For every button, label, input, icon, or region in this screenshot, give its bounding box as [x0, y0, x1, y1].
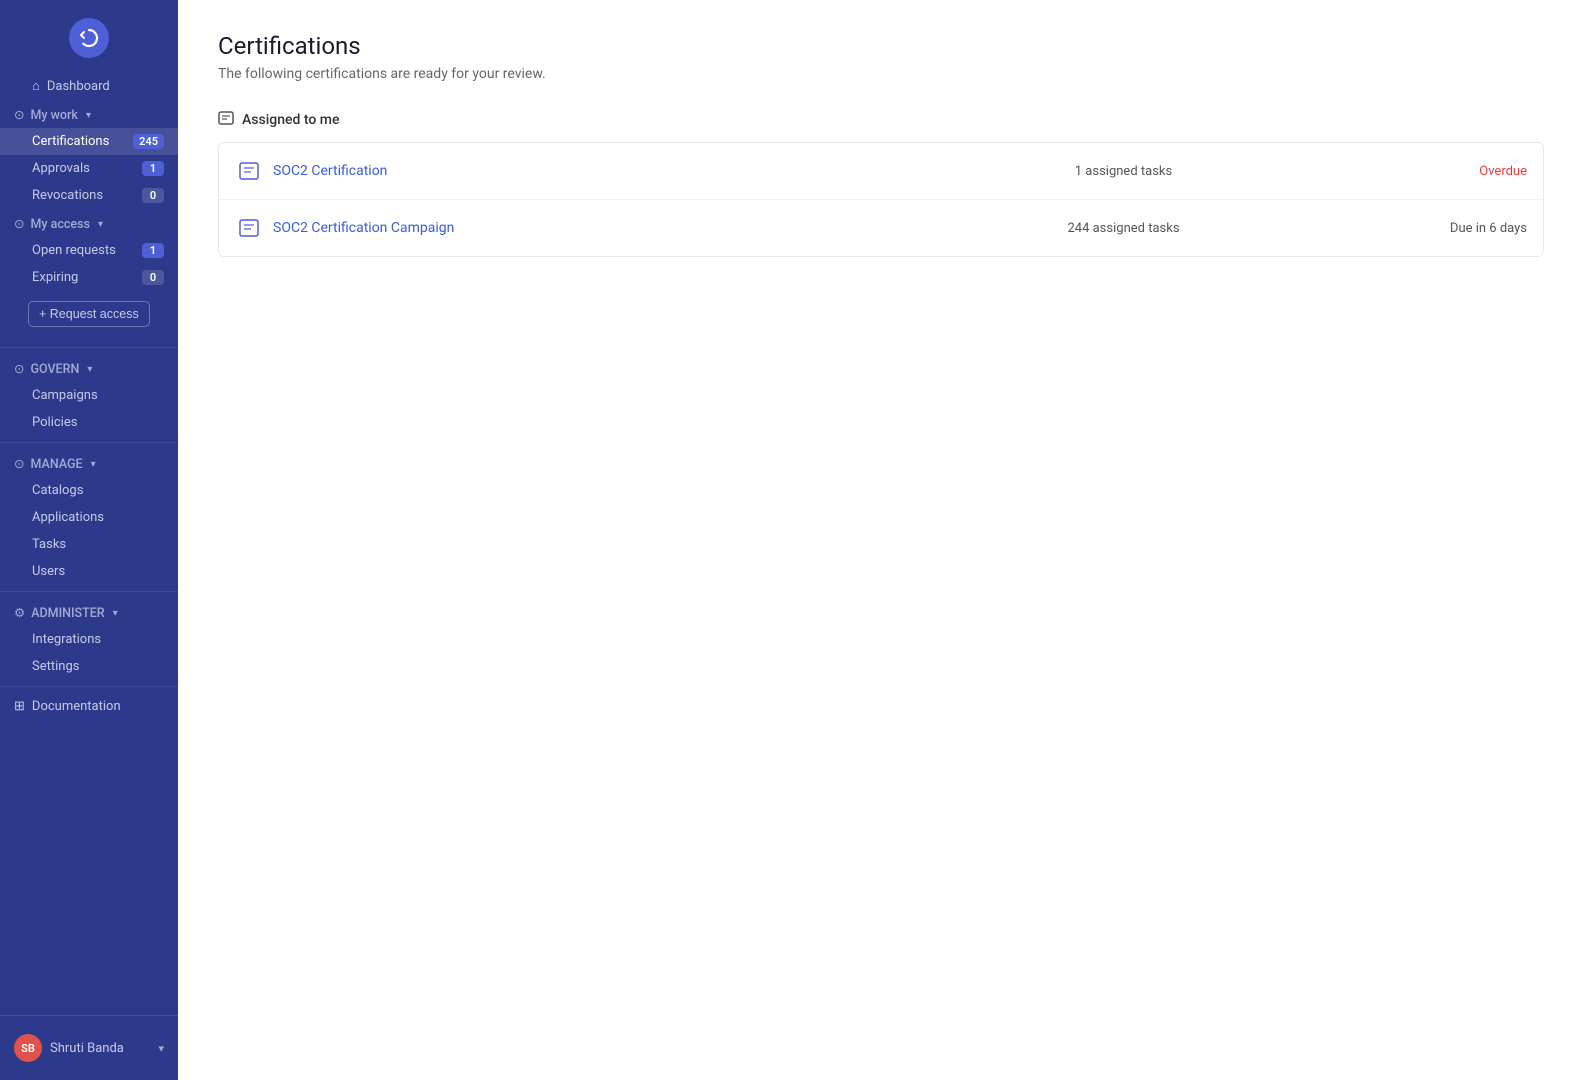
certification-list: SOC2 Certification 1 assigned tasks Over… [218, 142, 1544, 257]
expiring-badge: 0 [142, 270, 164, 285]
section-label: Assigned to me [242, 112, 339, 128]
govern-icon: ⊙ [14, 361, 24, 377]
revocations-badge: 0 [142, 188, 164, 203]
sidebar-item-applications[interactable]: Applications [0, 504, 178, 531]
sidebar-item-approvals[interactable]: Approvals 1 [0, 155, 178, 182]
section-header: Assigned to me [218, 110, 1544, 130]
table-row[interactable]: SOC2 Certification 1 assigned tasks Over… [219, 143, 1543, 200]
page-subtitle: The following certifications are ready f… [218, 66, 1544, 82]
divider-3 [0, 591, 178, 592]
table-row[interactable]: SOC2 Certification Campaign 244 assigned… [219, 200, 1543, 256]
my-work-chevron: ▾ [86, 110, 91, 121]
sidebar: ⌂ Dashboard ⊙ My work ▾ Certifications 2… [0, 0, 178, 1080]
logo-icon [69, 18, 109, 58]
app-logo [0, 0, 178, 72]
sidebar-item-settings[interactable]: Settings [0, 653, 178, 680]
my-access-chevron: ▾ [98, 219, 103, 230]
divider-2 [0, 442, 178, 443]
sidebar-item-dashboard[interactable]: ⌂ Dashboard [0, 72, 178, 100]
cert-status-0: Overdue [1407, 164, 1527, 179]
user-menu[interactable]: SB Shruti Banda ▾ [0, 1026, 178, 1070]
user-dropdown-chevron: ▾ [158, 1042, 164, 1055]
sidebar-item-documentation[interactable]: ⊞ Documentation [0, 693, 178, 720]
section-icon [218, 110, 234, 130]
sidebar-item-open-requests[interactable]: Open requests 1 [0, 237, 178, 264]
administer-chevron: ▾ [113, 608, 118, 619]
sidebar-item-expiring[interactable]: Expiring 0 [0, 264, 178, 291]
divider-4 [0, 686, 178, 687]
manage-icon: ⊙ [14, 456, 24, 472]
sidebar-item-certifications[interactable]: Certifications 245 [0, 128, 178, 155]
cert-status-1: Due in 6 days [1407, 221, 1527, 236]
sidebar-section-my-work[interactable]: ⊙ My work ▾ [0, 100, 178, 128]
sidebar-item-tasks[interactable]: Tasks [0, 531, 178, 558]
sidebar-item-catalogs[interactable]: Catalogs [0, 477, 178, 504]
page-title: Certifications [218, 32, 1544, 60]
sidebar-item-users[interactable]: Users [0, 558, 178, 585]
govern-chevron: ▾ [87, 364, 92, 375]
sidebar-bottom: SB Shruti Banda ▾ [0, 1015, 178, 1080]
avatar: SB [14, 1034, 42, 1062]
sidebar-item-policies[interactable]: Policies [0, 409, 178, 436]
sidebar-section-administer[interactable]: ⚙ ADMINISTER ▾ [0, 598, 178, 626]
sidebar-item-revocations[interactable]: Revocations 0 [0, 182, 178, 209]
certifications-badge: 245 [133, 134, 164, 149]
sidebar-item-integrations[interactable]: Integrations [0, 626, 178, 653]
approvals-badge: 1 [142, 161, 164, 176]
sidebar-item-campaigns[interactable]: Campaigns [0, 382, 178, 409]
cert-tasks-0: 1 assigned tasks [840, 164, 1407, 179]
my-access-icon: ⊙ [14, 216, 24, 232]
cert-row-icon-0 [235, 157, 263, 185]
manage-chevron: ▾ [91, 459, 96, 470]
open-requests-badge: 1 [142, 243, 164, 258]
divider-1 [0, 347, 178, 348]
documentation-icon: ⊞ [14, 699, 25, 714]
request-access-button[interactable]: + Request access [28, 301, 150, 327]
main-content: Certifications The following certificati… [178, 0, 1584, 1080]
user-name: Shruti Banda [50, 1041, 150, 1056]
sidebar-section-my-access[interactable]: ⊙ My access ▾ [0, 209, 178, 237]
cert-tasks-1: 244 assigned tasks [840, 221, 1407, 236]
cert-name-0[interactable]: SOC2 Certification [273, 163, 840, 179]
my-work-icon: ⊙ [14, 107, 24, 123]
sidebar-section-govern[interactable]: ⊙ GOVERN ▾ [0, 354, 178, 382]
cert-row-icon-1 [235, 214, 263, 242]
sidebar-section-manage[interactable]: ⊙ MANAGE ▾ [0, 449, 178, 477]
home-icon: ⌂ [32, 78, 40, 94]
cert-name-1[interactable]: SOC2 Certification Campaign [273, 220, 840, 236]
administer-icon: ⚙ [14, 605, 25, 621]
